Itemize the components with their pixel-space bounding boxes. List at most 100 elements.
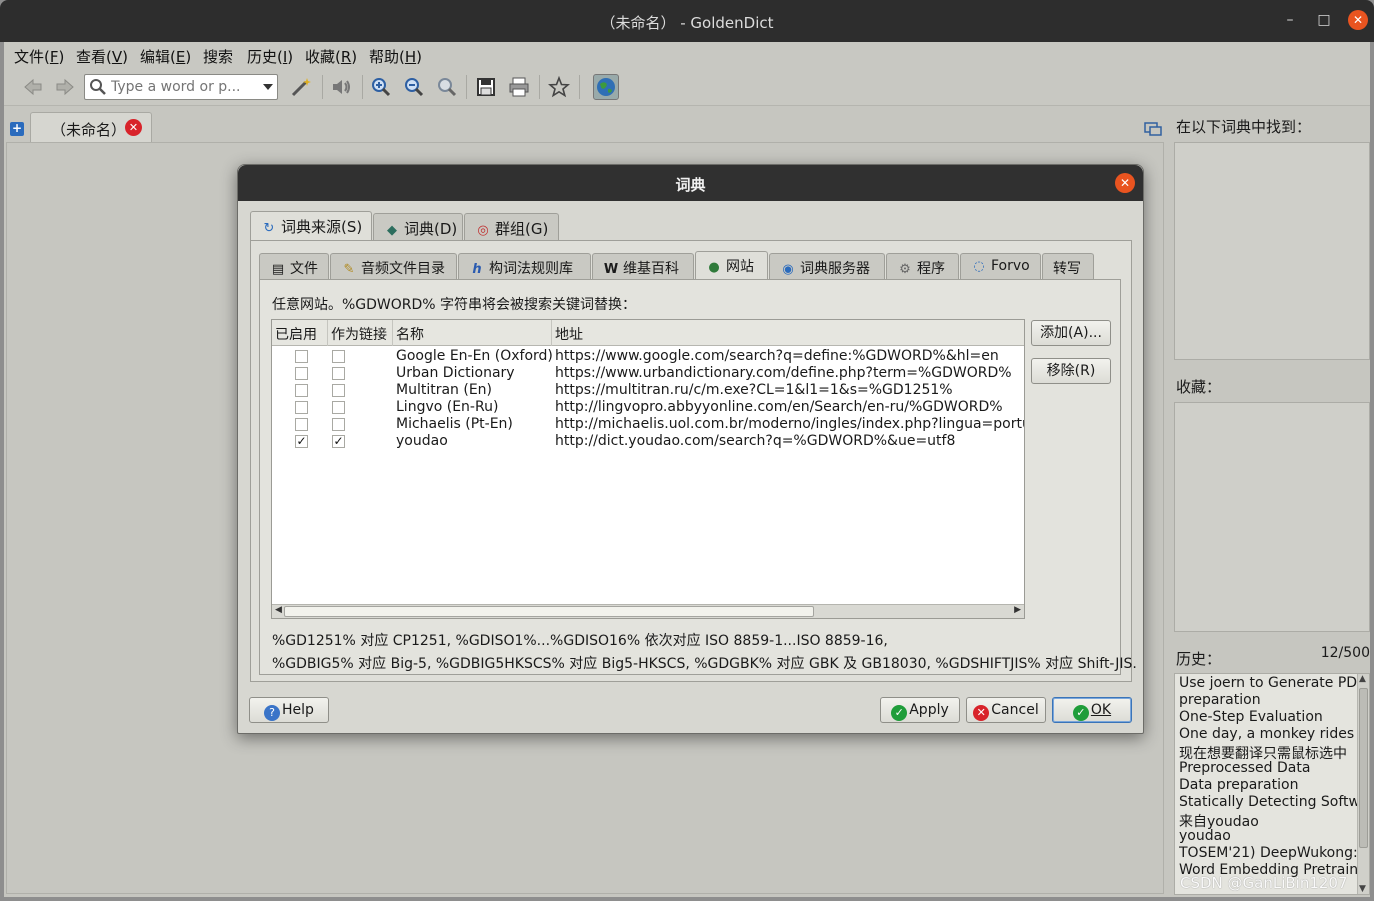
- as-link-checkbox[interactable]: [332, 384, 345, 397]
- scrollbar-thumb[interactable]: [284, 606, 814, 617]
- table-row[interactable]: ✓ ✓ youdao http://dict.youdao.com/search…: [272, 433, 1024, 450]
- tab-untitled-label: （未命名）: [51, 121, 127, 139]
- help-button[interactable]: ? Help: [249, 697, 329, 723]
- menu-edit[interactable]: 编辑(E): [140, 46, 191, 67]
- list-item[interactable]: Data preparation: [1179, 777, 1361, 793]
- tab-transliteration[interactable]: 转写: [1042, 253, 1094, 281]
- maximize-button[interactable]: □: [1314, 10, 1334, 30]
- tab-wikipedia[interactable]: W 维基百科: [592, 253, 694, 281]
- menu-file[interactable]: 文件(F): [14, 46, 64, 67]
- enabled-checkbox[interactable]: [295, 401, 308, 414]
- list-item[interactable]: One day, a monkey rides hi: [1179, 726, 1361, 742]
- menu-view[interactable]: 查看(V): [76, 46, 128, 67]
- menu-favorites[interactable]: 收藏(R): [305, 46, 357, 67]
- table-row[interactable]: Michaelis (Pt-En) http://michaelis.uol.c…: [272, 416, 1024, 433]
- save-icon[interactable]: [473, 74, 499, 100]
- scroll-up-icon[interactable]: ▲: [1359, 674, 1366, 684]
- column-header-name[interactable]: 名称: [393, 320, 552, 346]
- menu-search[interactable]: 搜索: [203, 46, 233, 67]
- menu-history[interactable]: 历史(I): [247, 46, 293, 67]
- tab-untitled[interactable]: （未命名） ✕: [30, 112, 152, 142]
- globe-icon[interactable]: [593, 74, 619, 100]
- ok-button[interactable]: ✓ OK: [1052, 697, 1132, 723]
- list-item[interactable]: Use joern to Generate PDG: [1179, 675, 1361, 691]
- print-icon[interactable]: [506, 74, 532, 100]
- list-item[interactable]: preparation: [1179, 692, 1361, 708]
- forward-arrow-icon[interactable]: [52, 74, 78, 100]
- as-link-checkbox[interactable]: [332, 367, 345, 380]
- toolbar: [4, 68, 1370, 106]
- menu-help[interactable]: 帮助(H): [369, 46, 422, 67]
- zoom-in-icon[interactable]: [368, 74, 394, 100]
- list-item[interactable]: One-Step Evaluation: [1179, 709, 1361, 725]
- scroll-down-icon[interactable]: ▼: [1359, 884, 1366, 894]
- close-tab-icon[interactable]: ✕: [125, 119, 142, 136]
- list-item[interactable]: Preprocessed Data: [1179, 760, 1361, 776]
- as-link-checkbox[interactable]: [332, 350, 345, 363]
- add-tab-icon[interactable]: +: [10, 122, 24, 136]
- speaker-icon[interactable]: [328, 74, 354, 100]
- word-search-combobox[interactable]: [84, 74, 278, 100]
- remove-website-button[interactable]: 移除(R): [1031, 358, 1111, 384]
- as-link-checkbox[interactable]: ✓: [332, 435, 345, 448]
- column-header-address[interactable]: 地址: [552, 320, 1024, 346]
- star-icon[interactable]: [546, 74, 572, 100]
- site-name: youdao: [396, 433, 448, 449]
- list-item[interactable]: Statically Detecting Softw.: [1179, 794, 1361, 810]
- zoom-reset-icon[interactable]: [434, 74, 460, 100]
- websites-description: 任意网站。%GDWORD% 字符串将会被搜索关键词替换：: [272, 297, 637, 313]
- websites-table[interactable]: 已启用 作为链接 名称 地址 Google En-En (Oxford) htt…: [271, 319, 1025, 619]
- tab-forvo[interactable]: ◌ Forvo: [960, 253, 1041, 281]
- table-row[interactable]: Multitran (En) https://multitran.ru/c/m.…: [272, 382, 1024, 399]
- favorites-tree[interactable]: [1174, 402, 1370, 632]
- as-link-checkbox[interactable]: [332, 401, 345, 414]
- cancel-button[interactable]: ✕ Cancel: [966, 697, 1046, 723]
- table-horizontal-scrollbar[interactable]: ◀ ▶: [272, 604, 1024, 618]
- enabled-checkbox[interactable]: [295, 384, 308, 397]
- zoom-out-icon[interactable]: [401, 74, 427, 100]
- back-arrow-icon[interactable]: [20, 74, 46, 100]
- tab-files[interactable]: ▤ 文件: [259, 253, 329, 281]
- tab-dict-servers[interactable]: ◉ 词典服务器: [769, 253, 885, 281]
- enabled-checkbox[interactable]: [295, 350, 308, 363]
- list-item[interactable]: TOSEM'21) DeepWukong: .: [1179, 845, 1361, 861]
- history-list[interactable]: Use joern to Generate PDG preparation On…: [1174, 673, 1370, 895]
- help-button-label: Help: [282, 702, 314, 718]
- table-row[interactable]: Google En-En (Oxford) https://www.google…: [272, 348, 1024, 365]
- add-website-button[interactable]: 添加(A)...: [1031, 320, 1111, 346]
- as-link-checkbox[interactable]: [332, 418, 345, 431]
- magic-wand-icon[interactable]: [288, 74, 314, 100]
- close-window-button[interactable]: ✕: [1348, 10, 1368, 30]
- chevron-down-icon[interactable]: [263, 84, 273, 90]
- enabled-checkbox[interactable]: ✓: [295, 435, 308, 448]
- tab-websites[interactable]: ● 网站: [695, 251, 768, 281]
- scrollbar-thumb[interactable]: [1359, 688, 1368, 848]
- minimize-button[interactable]: –: [1280, 10, 1300, 30]
- dock-toggle-icon[interactable]: [1144, 122, 1162, 136]
- tab-label: 转写: [1053, 261, 1081, 277]
- apply-button[interactable]: ✓ Apply: [880, 697, 960, 723]
- tab-sources[interactable]: ↻ 词典来源(S): [250, 211, 372, 241]
- column-header-as-link[interactable]: 作为链接: [328, 320, 393, 346]
- found-in-dictionaries-list[interactable]: [1174, 142, 1370, 360]
- tab-sound-dirs[interactable]: ✎ 音频文件目录: [330, 253, 457, 281]
- table-row[interactable]: Lingvo (En-Ru) http://lingvopro.abbyyonl…: [272, 399, 1024, 416]
- close-dialog-button[interactable]: ✕: [1115, 173, 1135, 193]
- scroll-right-icon[interactable]: ▶: [1014, 605, 1021, 615]
- enabled-checkbox[interactable]: [295, 418, 308, 431]
- tab-groups[interactable]: ◎ 群组(G): [464, 213, 559, 241]
- column-header-enabled[interactable]: 已启用: [272, 320, 328, 346]
- list-item[interactable]: youdao: [1179, 828, 1361, 844]
- word-search-input[interactable]: [111, 77, 251, 97]
- encoding-note-line2: %GDBIG5% 对应 Big-5, %GDBIG5HKSCS% 对应 Big5…: [272, 656, 1137, 672]
- tab-dictionaries[interactable]: ◆ 词典(D): [373, 213, 463, 241]
- globe-icon: ●: [708, 260, 720, 275]
- tab-morphology[interactable]: h 构词法规则库: [458, 253, 591, 281]
- table-row[interactable]: Urban Dictionary https://www.urbandictio…: [272, 365, 1024, 382]
- tab-programs[interactable]: ⚙ 程序: [886, 253, 959, 281]
- scroll-left-icon[interactable]: ◀: [275, 605, 282, 615]
- encoding-note-line1: %GD1251% 对应 CP1251, %GDISO1%...%GDISO16%…: [272, 633, 888, 649]
- check-icon: ✓: [891, 705, 908, 721]
- enabled-checkbox[interactable]: [295, 367, 308, 380]
- history-scrollbar[interactable]: ▲ ▼: [1357, 674, 1369, 894]
